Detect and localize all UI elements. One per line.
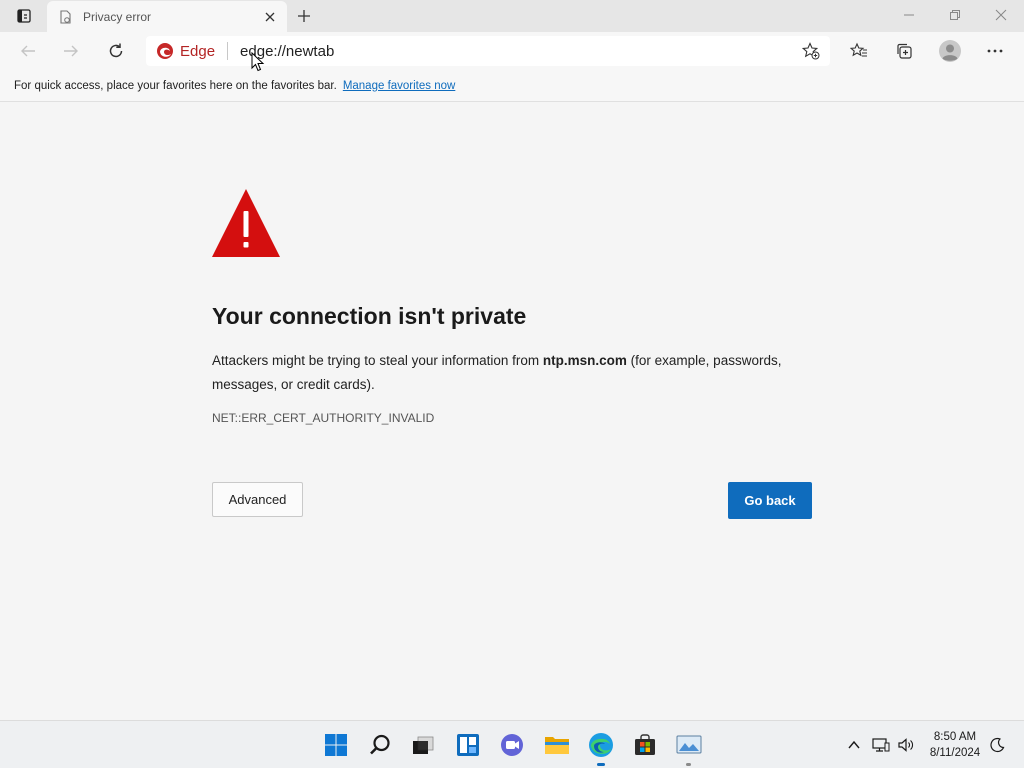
error-description: Attackers might be trying to steal your … [212,349,822,397]
windows-start-icon [325,734,347,756]
favorites-icon [850,42,867,57]
file-explorer-icon [545,737,569,754]
error-description-lead: Attackers might be trying to steal your … [212,353,543,368]
advanced-button[interactable]: Advanced [212,482,303,517]
tab-privacy-error[interactable]: Privacy error [47,1,287,32]
file-explorer-button[interactable] [539,727,575,763]
page-icon [57,9,73,25]
volume-icon [898,738,913,752]
divider [227,42,229,60]
forward-arrow-icon [64,45,78,57]
site-identity-label: Edge [180,42,216,60]
new-tab-button[interactable] [290,3,318,29]
photos-icon [676,735,702,754]
favorites-button[interactable] [843,35,875,67]
start-button[interactable] [318,727,354,763]
running-app-indicator [686,763,691,766]
edge-logo-icon [156,42,174,60]
edge-taskbar-icon [589,733,613,757]
clock-time: 8:50 AM [933,731,977,743]
tab-title: Privacy error [83,9,152,24]
restore-button[interactable] [932,0,978,30]
tab-actions-button[interactable] [8,4,40,28]
more-button[interactable] [979,35,1011,67]
tab-actions-icon [17,9,31,23]
widgets-button[interactable] [450,727,486,763]
window-close-icon [995,9,1007,21]
url-text[interactable]: edge://newtab [240,43,796,60]
more-icon [987,49,1003,53]
page-content: Your connection isn't private Attackers … [0,103,1024,719]
collections-button[interactable] [888,35,920,67]
address-bar[interactable]: Edge edge://newtab [146,36,830,66]
show-hidden-icons-button[interactable] [843,731,865,759]
add-favorite-icon [802,42,820,60]
refresh-icon [109,43,123,58]
back-arrow-icon [21,45,35,57]
forward-button[interactable] [55,35,87,67]
notification-button[interactable] [986,731,1008,759]
minimize-button[interactable] [886,0,932,30]
collections-icon [897,43,912,59]
plus-icon [298,10,310,22]
store-icon [635,734,655,755]
chat-icon [501,734,523,756]
error-code: NET::ERR_CERT_AUTHORITY_INVALID [212,411,435,425]
tab-strip: Privacy error [0,0,1024,32]
window-close-button[interactable] [978,0,1024,30]
widgets-icon [457,734,479,756]
favorites-bar: For quick access, place your favorites h… [0,70,1024,102]
active-app-indicator [597,763,605,766]
refresh-button[interactable] [100,35,132,67]
go-back-button[interactable]: Go back [728,482,812,519]
back-button[interactable] [12,35,44,67]
network-button[interactable] [870,731,892,759]
system-clock[interactable]: 8:50 AM 8/11/2024 [922,729,988,761]
profile-button[interactable] [934,35,966,67]
minimize-icon [904,14,914,16]
close-icon[interactable] [257,4,283,30]
store-button[interactable] [627,727,663,763]
restore-icon [950,10,960,20]
network-icon [872,738,890,752]
chat-button[interactable] [494,727,530,763]
warning-icon [212,189,280,257]
task-view-icon [413,736,434,754]
manage-favorites-link[interactable]: Manage favorites now [343,80,456,92]
error-title: Your connection isn't private [212,303,527,329]
mouse-cursor-icon [251,52,265,72]
error-host: ntp.msn.com [542,353,627,368]
task-view-button[interactable] [405,727,441,763]
profile-icon [939,40,961,62]
photos-button[interactable] [671,727,707,763]
clock-date: 8/11/2024 [929,747,981,759]
search-icon [370,734,390,755]
add-favorite-button[interactable] [796,37,826,65]
browser-toolbar: Edge edge://newtab [0,32,1024,70]
favorites-bar-message: For quick access, place your favorites h… [14,79,337,92]
edge-taskbar-button[interactable] [583,727,619,763]
volume-button[interactable] [895,731,917,759]
taskbar: 8:50 AM 8/11/2024 [0,720,1024,768]
search-button[interactable] [362,727,398,763]
notification-icon [990,737,1005,753]
chevron-up-icon [848,740,860,749]
